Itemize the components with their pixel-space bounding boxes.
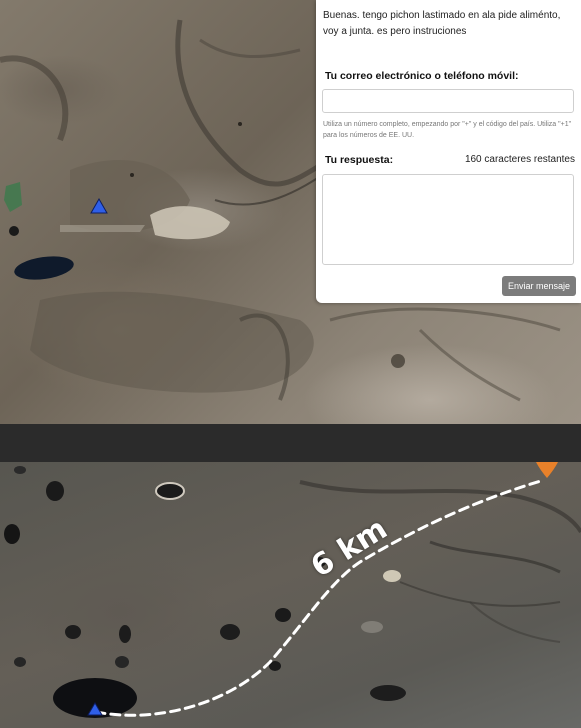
contact-form-panel: Buenas. tengo pichon lastimado en ala pi… xyxy=(316,0,581,303)
image-divider xyxy=(0,424,581,462)
email-hint: Utiliza un número completo, empezando po… xyxy=(323,121,572,139)
char-counter: 160 caracteres restantes xyxy=(464,154,575,165)
map-pin-icon[interactable] xyxy=(531,462,563,480)
email-label: Tu correo electrónico o teléfono móvil: xyxy=(325,70,519,82)
answer-label: Tu respuesta: xyxy=(325,154,394,166)
route-path xyxy=(94,478,546,717)
email-field[interactable] xyxy=(322,89,574,113)
message-preview: Buenas. tengo pichon lastimado en ala pi… xyxy=(323,10,561,37)
send-message-button[interactable]: Enviar mensaje xyxy=(501,276,576,296)
answer-textarea[interactable] xyxy=(322,174,574,265)
location-triangle-icon[interactable] xyxy=(90,198,108,214)
location-triangle-icon[interactable] xyxy=(87,702,103,716)
satellite-map-bottom[interactable] xyxy=(0,462,581,728)
